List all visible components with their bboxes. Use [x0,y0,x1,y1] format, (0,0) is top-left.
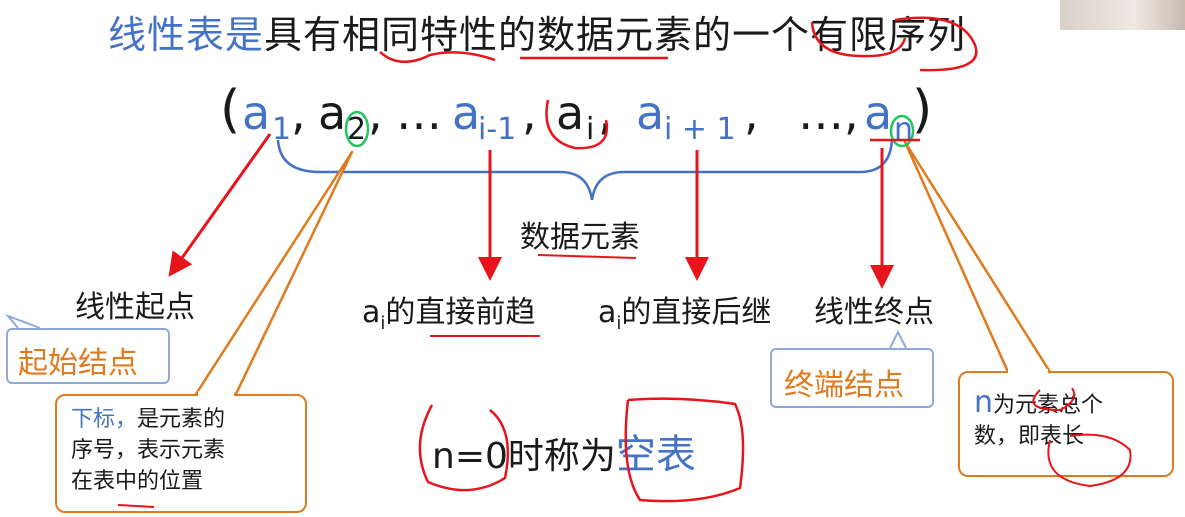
an-subscript-highlight [889,114,915,148]
n-callout-tail [903,140,1052,374]
start-node-callout-tail [4,313,41,329]
arrow-to-linear-start [168,133,272,277]
subscript-note-underline [117,504,155,508]
end-node-callout-tail [889,329,907,349]
title-circle-finite [810,21,907,58]
a2-subscript-highlight [344,110,370,148]
n-note-circle-2 [1047,433,1132,488]
empty-table-circle [624,397,745,503]
n-note-circle-1 [1032,387,1076,412]
title-circle-seq [894,16,978,72]
subscript-callout-tail [194,150,354,396]
diagram-overlay [4,16,1132,508]
n-zero-circle [418,404,510,492]
title-curve [379,51,496,63]
data-elements-underline [537,254,637,259]
ai-circle [545,99,609,150]
